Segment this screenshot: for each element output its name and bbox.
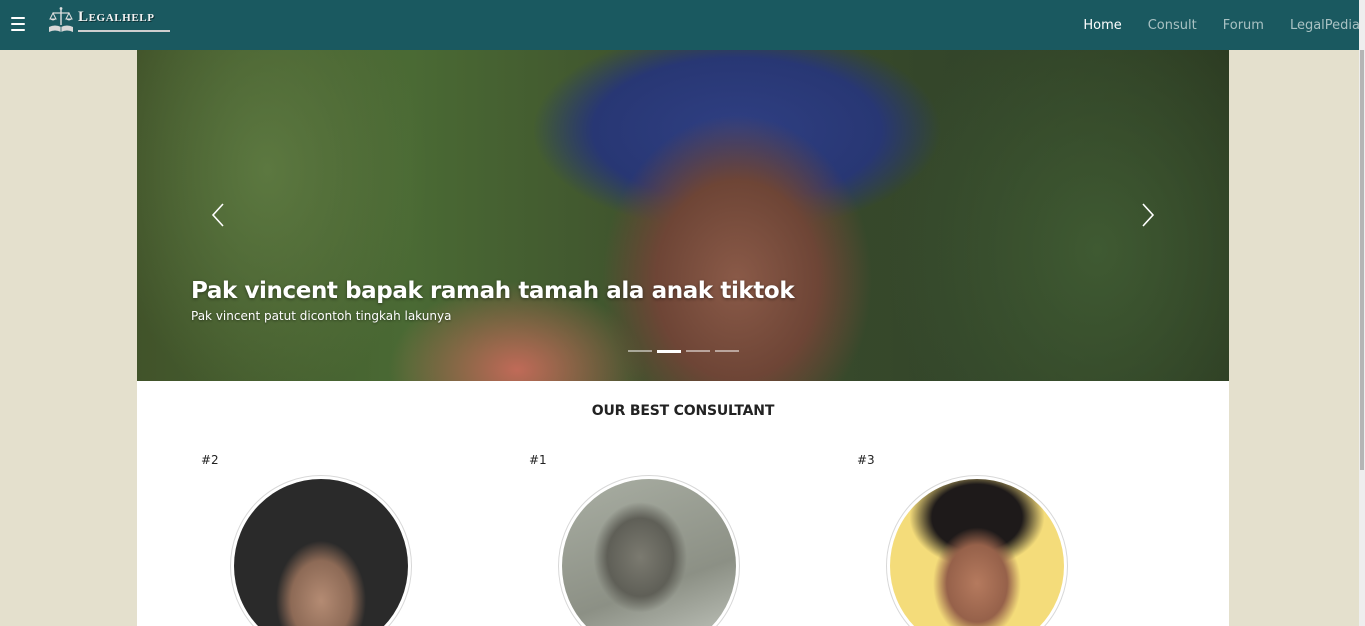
carousel-indicator[interactable] xyxy=(715,350,739,352)
section-title: OUR BEST CONSULTANT xyxy=(591,403,775,419)
consultant-card[interactable]: #3 xyxy=(857,453,1068,626)
consultant-avatar[interactable] xyxy=(230,475,412,626)
scrollbar[interactable] xyxy=(1359,0,1365,626)
nav-link-forum[interactable]: Forum xyxy=(1223,18,1264,33)
hero-carousel: Pak vincent bapak ramah tamah ala anak t… xyxy=(137,50,1229,381)
logo[interactable]: Legalhelp xyxy=(46,5,170,35)
carousel-indicator[interactable] xyxy=(686,350,710,352)
best-consultant-section: OUR BEST CONSULTANT #2 #1 #3 xyxy=(137,381,1229,626)
carousel-prev-button[interactable] xyxy=(203,200,233,230)
consultant-card[interactable]: #2 xyxy=(201,453,412,626)
scales-book-icon xyxy=(49,7,73,32)
nav-links: Home Consult Forum LegalPedia xyxy=(1083,0,1365,50)
carousel-next-button[interactable] xyxy=(1133,200,1163,230)
chevron-right-icon xyxy=(1142,203,1155,227)
consultant-avatar[interactable] xyxy=(886,475,1068,626)
carousel-indicators xyxy=(628,349,744,353)
brand-name: Legalhelp xyxy=(78,8,155,25)
consultant-rank: #3 xyxy=(857,453,875,467)
carousel-subtitle: Pak vincent patut dicontoh tingkah lakun… xyxy=(191,309,452,323)
carousel-caption: Pak vincent bapak ramah tamah ala anak t… xyxy=(191,278,795,323)
carousel-indicator[interactable] xyxy=(657,349,681,353)
hamburger-menu-icon[interactable] xyxy=(11,16,25,32)
nav-link-legalpedia[interactable]: LegalPedia xyxy=(1290,18,1360,33)
consultant-avatar[interactable] xyxy=(558,475,740,626)
carousel-title: Pak vincent bapak ramah tamah ala anak t… xyxy=(191,278,795,304)
brand-underline xyxy=(78,30,170,32)
navbar: Legalhelp Home Consult Forum LegalPedia xyxy=(0,0,1365,50)
chevron-left-icon xyxy=(211,203,224,227)
consultant-rank: #1 xyxy=(529,453,547,467)
consultant-card[interactable]: #1 xyxy=(529,453,740,626)
nav-link-consult[interactable]: Consult xyxy=(1148,18,1197,33)
scrollbar-thumb[interactable] xyxy=(1360,50,1364,470)
consultant-rank: #2 xyxy=(201,453,219,467)
carousel-indicator[interactable] xyxy=(628,350,652,352)
nav-link-home[interactable]: Home xyxy=(1083,18,1121,33)
